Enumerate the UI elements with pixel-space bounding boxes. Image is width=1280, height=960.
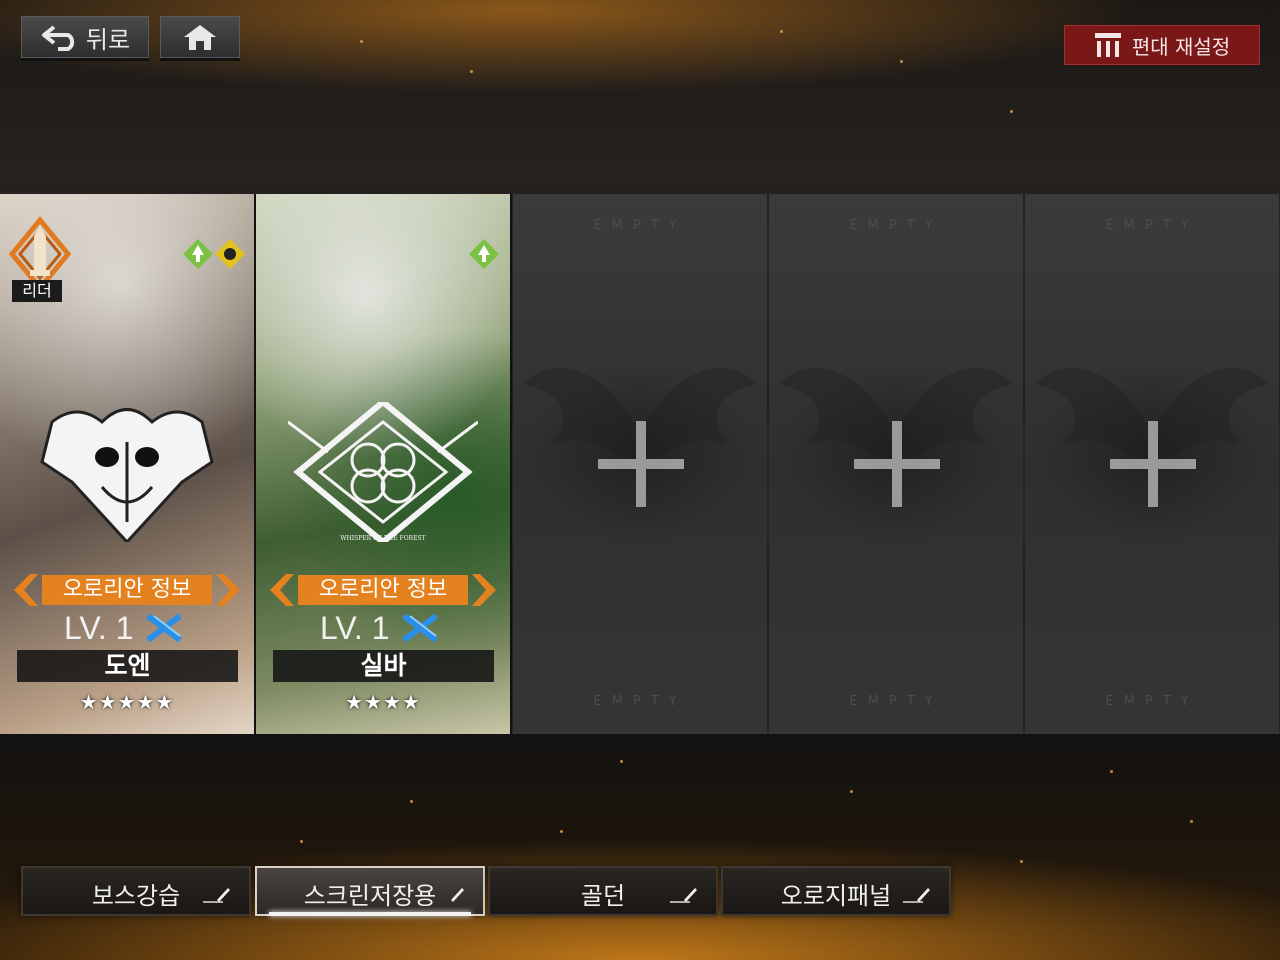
pencil-icon[interactable]	[435, 884, 465, 904]
empty-label-bottom: EMPTY	[849, 694, 943, 709]
empty-label-bottom: EMPTY	[593, 694, 687, 709]
character-info-button[interactable]: 오로리안 정보	[298, 573, 468, 607]
formation-icon	[1094, 33, 1121, 57]
empty-label-top: EMPTY	[849, 218, 943, 233]
home-button[interactable]	[160, 16, 240, 58]
pencil-icon[interactable]	[668, 884, 698, 904]
empty-label-top: EMPTY	[593, 218, 687, 233]
class-attribute-icon	[215, 239, 245, 269]
empty-label-top: EMPTY	[1105, 218, 1199, 233]
forest-emblem: WHISPER OF THE FOREST	[288, 402, 478, 542]
formation-tab-4[interactable]: 오로지패널	[721, 866, 951, 916]
plus-icon	[1110, 421, 1196, 507]
forest-attribute-icon	[469, 239, 499, 269]
plus-icon	[598, 421, 684, 507]
pencil-icon[interactable]	[201, 884, 231, 904]
rank-x-icon	[146, 614, 182, 642]
back-button[interactable]: 뒤로	[21, 16, 149, 58]
empty-slot-3[interactable]: EMPTY EMPTY	[512, 194, 768, 734]
forest-attribute-icon	[183, 239, 213, 269]
character-slot-1[interactable]: 리더 오로리안 정보 LV. 1 도엔 ★★★★★	[0, 194, 256, 734]
formation-tab-1[interactable]: 보스강습	[21, 866, 251, 916]
empty-slot-4[interactable]: EMPTY EMPTY	[768, 194, 1024, 734]
character-info-button[interactable]: 오로리안 정보	[42, 573, 212, 607]
star-rating: ★★★★	[345, 690, 421, 714]
formation-slots: 리더 오로리안 정보 LV. 1 도엔 ★★★★★ WHISPER OF THE…	[0, 194, 1280, 734]
character-name: 도엔	[17, 650, 238, 682]
reset-formation-button[interactable]: 편대 재설정	[1064, 25, 1260, 65]
character-slot-2[interactable]: WHISPER OF THE FOREST 오로리안 정보 LV. 1 실바 ★…	[256, 194, 512, 734]
formation-tab-3[interactable]: 골던	[488, 866, 718, 916]
star-rating: ★★★★★	[79, 690, 175, 714]
home-icon	[184, 25, 216, 50]
character-name: 실바	[273, 650, 494, 682]
formation-tab-2[interactable]: 스크린저장용	[255, 866, 485, 916]
skull-emblem	[40, 408, 214, 542]
character-level: LV. 1	[320, 610, 390, 646]
empty-label-bottom: EMPTY	[1105, 694, 1199, 709]
rank-x-icon	[402, 614, 438, 642]
back-label: 뒤로	[85, 25, 131, 54]
empty-slot-5[interactable]: EMPTY EMPTY	[1024, 194, 1280, 734]
leader-label: 리더	[12, 280, 62, 302]
plus-icon	[854, 421, 940, 507]
back-arrow-icon	[41, 25, 75, 51]
emblem-caption: WHISPER OF THE FOREST	[340, 535, 425, 542]
active-tab-underline	[269, 912, 471, 916]
pencil-icon[interactable]	[901, 884, 931, 904]
reset-formation-label: 편대 재설정	[1131, 34, 1231, 59]
character-level: LV. 1	[64, 610, 134, 646]
